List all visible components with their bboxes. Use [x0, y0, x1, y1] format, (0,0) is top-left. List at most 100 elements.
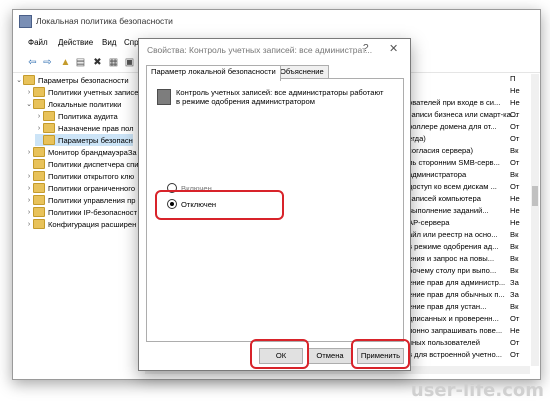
list-item[interactable]: чных пользователей От	[408, 338, 519, 350]
tree-item[interactable]: › Политики учетных записей	[25, 86, 143, 98]
list-item[interactable]: согласия сервера) Вк	[408, 146, 518, 158]
tree-item[interactable]: › Политики ограниченного	[25, 182, 135, 194]
menu-file[interactable]: Файл	[28, 38, 48, 47]
tree-item[interactable]: › Политики IP-безопасност	[25, 206, 137, 218]
scroll-thumb[interactable]	[532, 186, 538, 206]
highlight-disabled-option	[155, 190, 284, 220]
tree-item[interactable]: Параметры безопасн	[35, 134, 133, 146]
list-item[interactable]: бочему столу при выпо... Вк	[408, 266, 518, 278]
policy-setting: За	[510, 290, 519, 299]
chevron-right-icon[interactable]: ›	[25, 185, 33, 192]
tree-item-label: Политики диспетчера спи	[48, 159, 139, 169]
tree-item[interactable]: › Конфигурация расширен	[25, 218, 136, 230]
tree-item[interactable]: ⌄ Параметры безопасности	[15, 74, 129, 86]
policy-description: Контроль учетных записей: все администра…	[176, 88, 384, 106]
list-item[interactable]: AP-сервера Не	[408, 218, 520, 230]
tab-strip: Параметр локальной безопасности Объяснен…	[146, 65, 406, 81]
tree-item[interactable]: › Назначение прав пол	[35, 122, 134, 134]
policy-setting: Не	[510, 194, 520, 203]
folder-icon	[33, 219, 45, 229]
list-item[interactable]: в для встроенной учетно... От	[408, 350, 519, 362]
tree-item-label: Политики ограниченного	[48, 183, 136, 193]
tree-item-label: Политики управления пр	[48, 195, 136, 205]
policy-setting: Вк	[510, 170, 519, 179]
cancel-button[interactable]: Отмена	[308, 348, 352, 364]
help-button[interactable]: ?	[363, 43, 369, 54]
policy-name: согласия сервера)	[408, 146, 474, 155]
list-item[interactable]: ль сторонним SMB-серв... От	[408, 158, 519, 170]
tree-item[interactable]: › Политика аудита	[35, 110, 118, 122]
policy-name: чных пользователей	[408, 338, 480, 347]
highlight-apply-button	[351, 339, 410, 369]
chevron-right-icon[interactable]: ›	[25, 197, 33, 204]
policy-setting: Вк	[510, 266, 519, 275]
list-item[interactable]: записей компьютера Не	[408, 194, 520, 206]
export-icon[interactable]: ▣	[123, 56, 136, 69]
list-item[interactable]: ения и запрос на повы... Вк	[408, 254, 518, 266]
menu-action[interactable]: Действие	[58, 38, 93, 47]
menu-view[interactable]: Вид	[102, 38, 116, 47]
list-item[interactable]: ионно запрашивать пове... Не	[408, 326, 520, 338]
folder-icon	[33, 195, 45, 205]
window-title: Локальная политика безопасности	[36, 16, 173, 26]
title-bar: Локальная политика безопасности	[13, 10, 540, 32]
folder-icon	[33, 87, 45, 97]
list-item[interactable]: выполнение заданий... Не	[408, 206, 520, 218]
list-item[interactable]: айл или реестр на осно... Вк	[408, 230, 518, 242]
chevron-right-icon[interactable]: ›	[25, 89, 33, 96]
show-tree-icon[interactable]: ▤	[74, 56, 87, 69]
chevron-right-icon[interactable]: ›	[35, 125, 43, 132]
delete-icon[interactable]: ✖	[91, 56, 104, 69]
folder-icon	[23, 75, 35, 85]
list-item[interactable]: ователей при входе в си... Не	[408, 98, 520, 110]
policy-setting: Не	[510, 206, 520, 215]
tree-item-label: Политики IP-безопасност	[48, 207, 138, 217]
policy-name: записи бизнеса или смарт-ка...	[408, 110, 518, 119]
tree-item[interactable]: Политики диспетчера спи	[25, 158, 139, 170]
chevron-right-icon[interactable]: ›	[35, 113, 43, 120]
column-header[interactable]: П	[510, 74, 515, 83]
chevron-right-icon[interactable]: ›	[25, 173, 33, 180]
properties-icon[interactable]: ▦	[107, 56, 120, 69]
back-icon[interactable]: ⇦	[26, 56, 39, 69]
tree-pane: ⌄ Параметры безопасности › Политики учетных…	[13, 74, 143, 374]
vertical-scrollbar[interactable]	[531, 74, 539, 366]
list-item[interactable]: ение прав для обычных п... За	[408, 290, 519, 302]
policy-name: ователей при входе в си...	[408, 98, 501, 107]
policy-setting: Не	[510, 98, 520, 107]
tree-item[interactable]: ⌄ Локальные политики	[25, 98, 121, 110]
policy-name: ение прав для администр...	[408, 278, 506, 287]
tree-item[interactable]: › Политики открытого клю	[25, 170, 134, 182]
list-item[interactable]: записи бизнеса или смарт-ка... От	[408, 110, 519, 122]
policy-setting: Вк	[510, 146, 519, 155]
list-item[interactable]: ение прав для устан... Вк	[408, 302, 518, 314]
chevron-right-icon[interactable]: ›	[25, 209, 33, 216]
list-item[interactable]: администратора Вк	[408, 170, 518, 182]
tree-item-label: Политики открытого клю	[48, 171, 135, 181]
tree-item-label: Политики учетных записей	[48, 87, 143, 97]
policy-name: выполнение заданий...	[408, 206, 489, 215]
list-item[interactable]: в режиме одобрения ад... Вк	[408, 242, 518, 254]
tree-item-label: Назначение прав пол	[58, 123, 134, 133]
chevron-down-icon[interactable]: ⌄	[15, 76, 23, 84]
policy-setting: От	[510, 314, 520, 323]
close-button[interactable]: ✕	[389, 42, 398, 55]
list-item[interactable]: дписанных и проверенн... От	[408, 314, 519, 326]
policy-name: ение прав для устан...	[408, 302, 487, 311]
list-item[interactable]: ение прав для администр... За	[408, 278, 519, 290]
list-item[interactable]: роллере домена для от... От	[408, 122, 519, 134]
up-folder-icon[interactable]: ▲	[59, 56, 72, 69]
policy-setting: Вк	[510, 242, 519, 251]
chevron-right-icon[interactable]: ›	[25, 221, 33, 228]
folder-icon	[43, 123, 55, 133]
chevron-right-icon[interactable]: ›	[25, 149, 33, 156]
folder-icon	[33, 99, 45, 109]
tab-local-security-setting[interactable]: Параметр локальной безопасности	[146, 65, 281, 81]
tree-item[interactable]: › Монитор брандмауэраЗа	[25, 146, 137, 158]
chevron-down-icon[interactable]: ⌄	[25, 100, 33, 108]
folder-icon	[33, 171, 45, 181]
policy-setting: Не	[510, 326, 520, 335]
list-item[interactable]: доступ ко всем дискам ... От	[408, 182, 519, 194]
forward-icon[interactable]: ⇨	[41, 56, 54, 69]
tree-item[interactable]: › Политики управления пр	[25, 194, 135, 206]
